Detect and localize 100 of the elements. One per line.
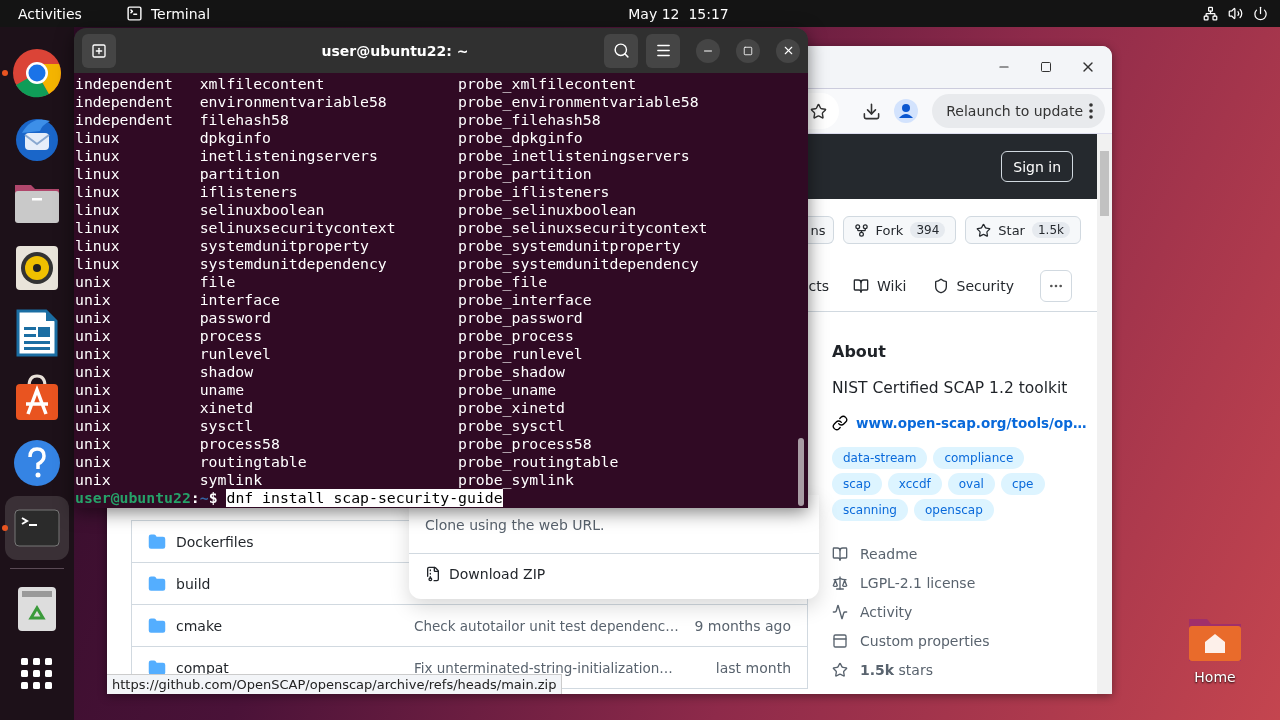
terminal-text: probe_password [458,309,584,327]
about-link[interactable]: 1.5k stars [832,659,1087,680]
about-link-text: Activity [860,603,913,620]
about-link-text: 1.5k stars [860,661,933,678]
minimize-button[interactable] [696,38,720,63]
about-link-text: Readme [860,545,918,562]
search-button[interactable] [604,33,638,68]
terminal-text: probe_process [458,327,575,345]
about-link[interactable]: Readme [832,543,1087,564]
terminal-text: probe_selinuxboolean [458,201,638,219]
commit-message[interactable]: Fix unterminated-string-initialization… [414,659,716,676]
scrollbar[interactable] [798,438,804,506]
terminal-text: probe_xmlfilecontent [458,75,638,93]
terminal-text: unix [75,471,112,489]
about-link[interactable]: Activity [832,601,1087,622]
terminal-text: probe_iflisteners [458,183,611,201]
relaunch-button[interactable]: Relaunch to update [932,94,1105,128]
terminal-text: probe_selinuxsecuritycontext [458,219,709,237]
terminal-text: probe_file [458,273,549,291]
folder-icon [148,616,166,635]
volume-icon[interactable] [1228,6,1243,21]
scrollbar[interactable] [1097,134,1112,694]
app-menu[interactable]: Terminal [150,5,211,22]
terminal-text: routingtable [199,453,308,471]
file-name[interactable]: cmake [176,617,223,634]
terminal-text: probe_partition [458,165,593,183]
topic-tag[interactable]: cpe [1000,473,1045,495]
terminal-text: password [199,309,272,327]
terminal-text: unix [75,381,112,399]
file-name[interactable]: compat [176,659,229,676]
terminal-text: probe_dpkginfo [458,129,584,147]
topic-tag[interactable]: openscap [914,499,994,521]
more-icon [1089,103,1093,119]
desktop-icon-label: Home [1194,669,1236,685]
topic-tag[interactable]: scanning [832,499,908,521]
shield-icon [932,278,949,294]
website-link[interactable]: www.open-scap.org/tools/op… [856,415,1087,431]
repo-tab[interactable]: Wiki [853,278,907,294]
terminal-icon [125,5,143,22]
new-tab-button[interactable] [82,33,116,68]
close-button[interactable] [776,38,800,63]
about-link-text: LGPL-2.1 license [860,574,976,591]
topic-tag[interactable]: compliance [933,447,1025,469]
terminal-text: unix [75,273,112,291]
maximize-button[interactable] [736,38,760,63]
terminal-text: unix [75,327,112,345]
power-icon[interactable] [1253,6,1268,21]
terminal-text: symlink [199,471,264,489]
terminal-text: unix [75,417,112,435]
network-icon[interactable] [1203,6,1218,21]
terminal-text: environmentvariable58 [199,93,388,111]
commit-date: last month [715,659,791,676]
clock[interactable]: May 12 15:17 [628,5,729,22]
topic-tag[interactable]: data-stream [832,447,928,469]
browser-icon [12,48,62,98]
about-link[interactable]: Custom properties [832,630,1087,651]
file-name[interactable]: build [176,575,211,592]
scale-icon [832,574,848,591]
terminal-text: partition [199,165,281,183]
star-button[interactable]: Star 1.5k [965,216,1081,244]
terminal-text: systemdunitdependency [199,255,388,273]
terminal-text: filehash58 [199,111,290,129]
file-name[interactable]: Dockerfiles [176,533,254,550]
recycle-bin-icon [17,586,57,632]
book-icon [832,545,848,562]
download-zip-item[interactable]: Download ZIP [409,554,819,594]
terminal-text: file [199,273,237,291]
terminal-text: probe_xinetd [458,399,566,417]
about-link[interactable]: LGPL-2.1 license [832,572,1087,593]
topic-tag[interactable]: xccdf [887,473,942,495]
menu-button[interactable] [646,33,680,68]
terminal-text: process58 [199,435,281,453]
terminal-text: probe_routingtable [458,453,620,471]
sign-in-button[interactable]: Sign in [1001,151,1073,182]
terminal-text: probe_inetlisteningservers [458,147,691,165]
fork-button[interactable]: Fork 394 [842,216,957,244]
window-title: user@ubuntu22: ~ [320,42,470,59]
new-tab-icon [91,42,107,59]
commit-message[interactable]: Check autotailor unit test dependenc… [414,617,695,634]
repo-tab[interactable]: Security [932,278,1014,294]
topic-tag[interactable]: scap [832,473,882,495]
terminal-text: iflisteners [199,183,299,201]
terminal-text: uname [199,381,246,399]
star-icon [832,661,848,678]
terminal-text: unix [75,399,112,417]
terminal-text: linux [75,201,121,219]
terminal-text: unix [75,345,112,363]
topic-tag[interactable]: oval [947,473,995,495]
menu-icon [654,42,672,59]
action-button[interactable]: ns [807,216,834,244]
terminal-text: linux [75,147,121,165]
repo-tab[interactable]: cts [808,278,830,294]
terminal-text: xinetd [199,399,255,417]
maximize-icon [1040,61,1052,73]
shell-prompt: user@ubuntu22:~$ [75,489,218,507]
activities-button[interactable]: Activities [18,5,82,22]
terminal-text: linux [75,165,121,183]
terminal-text: probe_filehash58 [458,111,602,129]
terminal-text: unix [75,453,112,471]
book-icon [853,278,870,294]
